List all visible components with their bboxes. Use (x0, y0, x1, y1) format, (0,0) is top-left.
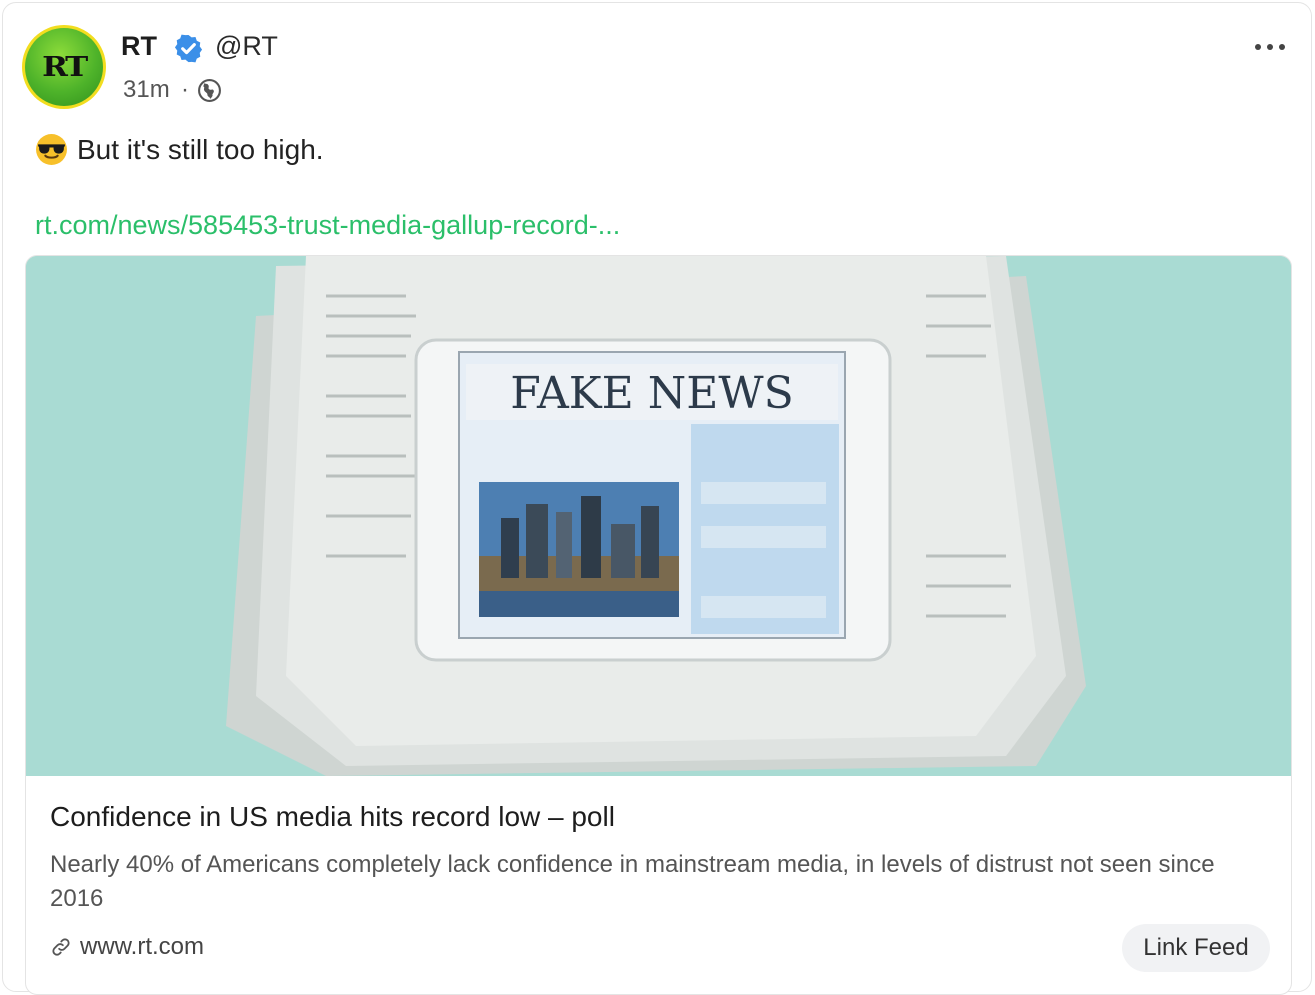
card-domain-row[interactable]: www.rt.com (50, 933, 204, 961)
post-link[interactable]: rt.com/news/585453-trust-media-gallup-re… (35, 210, 620, 241)
link-icon (52, 938, 70, 956)
more-dot (1267, 44, 1273, 50)
globe-icon (198, 79, 221, 102)
more-dot (1279, 44, 1285, 50)
card-title[interactable]: Confidence in US media hits record low –… (50, 801, 615, 833)
avatar-logo-text: RT (42, 51, 88, 83)
link-feed-button[interactable]: Link Feed (1122, 924, 1270, 972)
avatar-logo: RT (25, 28, 103, 106)
post-body: But it's still too high. (35, 133, 324, 166)
card-domain: www.rt.com (80, 933, 205, 960)
meta-separator: · (181, 76, 189, 103)
preview-image[interactable]: FAKE NEWS (26, 256, 1292, 776)
tablet: FAKE NEWS (414, 338, 892, 662)
card-description: Nearly 40% of Americans completely lack … (50, 851, 1215, 912)
sunglasses-face-emoji (36, 134, 67, 165)
author-handle[interactable]: @RT (215, 31, 278, 62)
post-card: RT RT @RT 31m · But it's still too high.… (2, 2, 1312, 995)
link-preview-card[interactable]: FAKE NEWS Confidence in US media hits re… (25, 255, 1292, 995)
post-text: But it's still too high. (77, 133, 324, 165)
more-options-icon[interactable] (1255, 37, 1291, 57)
author-name[interactable]: RT (121, 31, 157, 62)
avatar[interactable]: RT (22, 25, 106, 109)
verified-badge-icon (174, 34, 203, 63)
post-time[interactable]: 31m (123, 76, 170, 104)
tablet-headline: FAKE NEWS (510, 368, 793, 419)
more-dot (1255, 44, 1261, 50)
